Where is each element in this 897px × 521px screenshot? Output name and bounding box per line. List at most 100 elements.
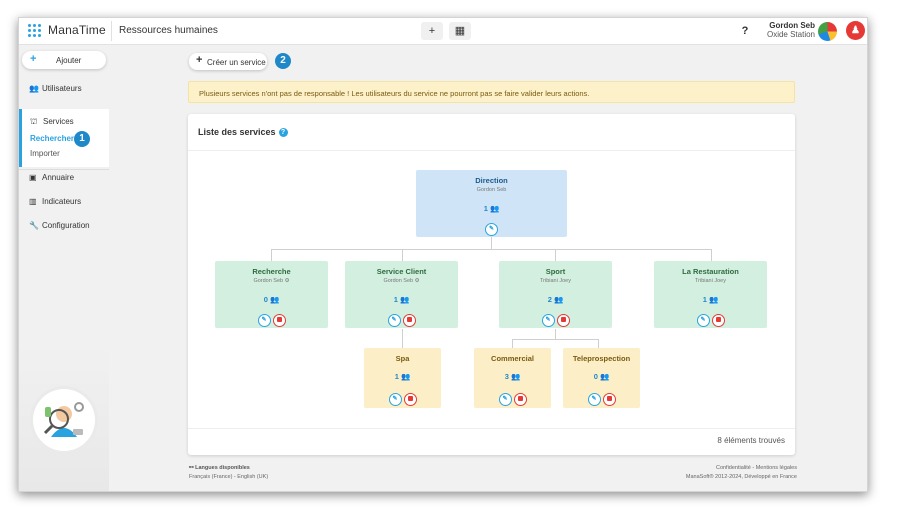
page-title: Ressources humaines xyxy=(119,25,218,36)
edit-icon[interactable]: ✎ xyxy=(587,393,601,406)
trash-icon[interactable] xyxy=(556,314,570,327)
result-count: 8 éléments trouvés xyxy=(717,436,785,445)
trash-icon[interactable] xyxy=(513,393,527,406)
edit-icon[interactable]: ✎ xyxy=(696,314,710,327)
connector-line xyxy=(711,249,712,261)
sidebar-item-services: ⛫ Services Rechercher 1 Importer xyxy=(19,109,109,167)
sidebar-subitem-import[interactable]: Importer xyxy=(30,149,60,158)
languages-links[interactable]: Français (France) - English (UK) xyxy=(189,474,268,480)
edit-icon[interactable]: ✎ xyxy=(388,393,402,406)
card-title-text: Liste des services xyxy=(198,127,276,137)
sidebar-item-label: Annuaire xyxy=(42,173,75,182)
trash-icon[interactable] xyxy=(711,314,725,327)
service-manager: Gordon Seb ⚙ xyxy=(383,278,420,284)
help-button[interactable]: ? xyxy=(737,22,753,40)
trash-icon[interactable] xyxy=(403,393,417,406)
edit-icon[interactable]: ✎ xyxy=(485,223,498,236)
avatar[interactable] xyxy=(818,22,837,41)
sidebar-item-users[interactable]: 👥 Utilisateurs xyxy=(29,84,82,93)
service-member-count: 3 👥 xyxy=(504,372,521,381)
service-actions: ✎ xyxy=(345,308,458,327)
service-node-service-client[interactable]: Service Client Gordon Seb ⚙ 1 👥 ✎ xyxy=(345,261,458,328)
create-service-label: Créer un service xyxy=(207,58,266,67)
service-node-sport[interactable]: Sport Tribiani Joey 2 👥 ✎ xyxy=(499,261,612,328)
grid-icon[interactable] xyxy=(27,23,43,39)
add-button[interactable]: + Ajouter xyxy=(22,51,106,69)
sidebar-item-directory[interactable]: ▣ Annuaire xyxy=(29,173,74,182)
service-name: Recherche xyxy=(252,267,291,276)
edit-icon[interactable]: ✎ xyxy=(498,393,512,406)
legal-links[interactable]: Confidentialité - Mentions légales xyxy=(716,465,797,471)
connector-line xyxy=(512,339,513,348)
book-icon: ▣ xyxy=(29,173,37,182)
languages-title: ⚯ Langues disponibles xyxy=(189,465,250,471)
user-name[interactable]: Gordon Seb xyxy=(769,21,815,30)
sidebar-item-label: Services xyxy=(43,117,74,126)
wrench-icon: 🔧 xyxy=(29,221,39,230)
service-name: Commercial xyxy=(491,354,534,363)
service-member-count: 0 👥 xyxy=(263,295,280,304)
edit-icon[interactable]: ✎ xyxy=(541,314,555,327)
step-badge-1: 1 xyxy=(74,131,90,147)
connector-line xyxy=(402,329,403,348)
sidebar-item-label: Indicateurs xyxy=(42,197,82,206)
edit-icon[interactable]: ✎ xyxy=(387,314,401,327)
connector-line xyxy=(271,249,712,250)
app-logo[interactable]: ManaTime xyxy=(48,23,106,37)
notification-button[interactable]: ♟ xyxy=(846,21,865,40)
service-member-count: 1 👥 xyxy=(483,204,500,213)
connector-line xyxy=(555,249,556,261)
service-name: Service Client xyxy=(376,267,427,276)
trash-icon[interactable] xyxy=(272,314,286,327)
trash-icon[interactable] xyxy=(602,393,616,406)
sidebar-item-indicators[interactable]: ▥ Indicateurs xyxy=(29,197,81,206)
service-name: Direction xyxy=(475,176,508,185)
copyright: ManaSoft® 2012-2024, Développé en France xyxy=(685,474,797,480)
service-manager: Gordon Seb xyxy=(476,187,507,193)
add-button-label: Ajouter xyxy=(56,56,82,65)
service-node-teleprospection[interactable]: Teleprospection 0 👥 ✎ xyxy=(563,348,640,408)
top-bar: ManaTime Ressources humaines + ▦ ? Gordo… xyxy=(19,18,867,45)
service-actions: ✎ xyxy=(654,308,767,327)
card-title: Liste des services? xyxy=(198,127,288,137)
sidebar-item-services-header[interactable]: ⛫ Services xyxy=(30,117,74,127)
service-node-commercial[interactable]: Commercial 3 👥 ✎ xyxy=(474,348,551,408)
connector-line xyxy=(512,339,599,340)
sidebar-item-label: Configuration xyxy=(42,221,90,230)
service-name: Teleprospection xyxy=(572,354,631,363)
service-member-count: 2 👥 xyxy=(547,295,564,304)
divider xyxy=(188,428,795,429)
divider xyxy=(188,150,795,151)
create-service-button[interactable]: + Créer un service xyxy=(189,53,267,70)
chart-icon: ▥ xyxy=(29,197,37,206)
warning-banner: Plusieurs services n'ont pas de responsa… xyxy=(188,81,795,103)
service-node-recherche[interactable]: Recherche Gordon Seb ⚙ 0 👥 ✎ xyxy=(215,261,328,328)
step-badge-2: 2 xyxy=(275,53,291,69)
service-actions: ✎ xyxy=(215,308,328,327)
divider xyxy=(19,169,109,170)
sidebar-subitem-search[interactable]: Rechercher xyxy=(30,134,74,143)
service-actions: ✎ xyxy=(563,387,640,406)
service-node-restauration[interactable]: La Restauration Tribiani Joey 1 👥 ✎ xyxy=(654,261,767,328)
calendar-button[interactable]: ▦ xyxy=(449,22,471,40)
service-node-direction[interactable]: Direction Gordon Seb 1 👥 ✎ xyxy=(416,170,567,237)
quick-add-button[interactable]: + xyxy=(421,22,443,40)
edit-icon[interactable]: ✎ xyxy=(257,314,271,327)
service-name: Sport xyxy=(545,267,566,276)
help-icon[interactable]: ? xyxy=(278,128,288,137)
app-window: ManaTime Ressources humaines + ▦ ? Gordo… xyxy=(18,17,868,492)
service-member-count: 0 👥 xyxy=(593,372,610,381)
sidebar-item-configuration[interactable]: 🔧 Configuration xyxy=(29,221,90,230)
service-node-spa[interactable]: Spa 1 👥 ✎ xyxy=(364,348,441,408)
services-card: Liste des services? Direction Gordon Seb… xyxy=(188,114,795,455)
user-org: Oxide Station xyxy=(766,30,815,39)
service-actions: ✎ xyxy=(364,387,441,406)
connector-line xyxy=(271,249,272,261)
connector-line xyxy=(598,339,599,348)
users-icon: 👥 xyxy=(29,84,39,93)
service-actions: ✎ xyxy=(499,308,612,327)
service-member-count: 1 👥 xyxy=(702,295,719,304)
service-name: La Restauration xyxy=(682,267,739,276)
service-member-count: 1 👥 xyxy=(393,295,410,304)
trash-icon[interactable] xyxy=(402,314,416,327)
